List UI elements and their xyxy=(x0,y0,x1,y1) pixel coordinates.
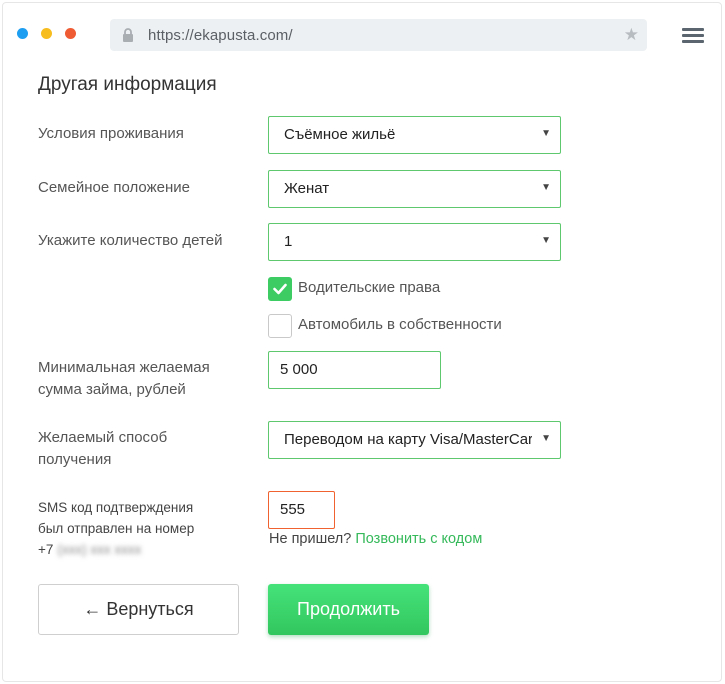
dropdown-arrow-icon: ▼ xyxy=(541,433,551,444)
car-checkbox[interactable] xyxy=(268,314,292,338)
car-label: Автомобиль в собственности xyxy=(298,316,502,333)
method-value: Переводом на карту Visa/MasterCard xyxy=(284,431,532,448)
browser-window: https://ekapusta.com/ ★ xyxy=(2,2,722,682)
sms-label-line2: был отправлен на номер xyxy=(38,521,195,536)
housing-select[interactable]: Съёмное жильё ▼ xyxy=(268,116,561,154)
method-label-line1: Желаемый способ xyxy=(38,429,168,446)
bookmark-star-icon[interactable]: ★ xyxy=(624,25,639,45)
window-dot-yellow[interactable] xyxy=(41,28,52,39)
window-dot-red[interactable] xyxy=(65,28,76,39)
amount-label-line1: Минимальная желаемая xyxy=(38,359,210,376)
housing-value: Съёмное жильё xyxy=(284,126,396,143)
sms-code-input[interactable]: 555 xyxy=(268,491,335,529)
amount-label: Минимальная желаемая сумма займа, рублей xyxy=(38,357,238,401)
url-text: https://ekapusta.com/ xyxy=(148,27,293,44)
sms-code-value: 555 xyxy=(280,501,306,518)
method-select[interactable]: Переводом на карту Visa/MasterCard ▼ xyxy=(268,421,561,459)
menu-icon[interactable] xyxy=(682,28,704,44)
children-select[interactable]: 1 ▼ xyxy=(268,223,561,261)
children-label: Укажите количество детей xyxy=(38,232,223,249)
dropdown-arrow-icon: ▼ xyxy=(541,182,551,193)
amount-input[interactable]: 5 000 xyxy=(268,351,441,389)
sms-phone: +7 (xxx) xxx xxxx xyxy=(38,539,238,560)
marital-select[interactable]: Женат ▼ xyxy=(268,170,561,208)
phone-prefix: +7 xyxy=(38,542,54,557)
amount-value: 5 000 xyxy=(280,361,318,378)
amount-label-line2: сумма займа, рублей xyxy=(38,381,186,398)
call-with-code-link[interactable]: Позвонить с кодом xyxy=(355,531,482,547)
housing-label: Условия проживания xyxy=(38,125,184,142)
back-button[interactable]: ← Вернуться xyxy=(38,584,239,635)
window-dot-blue[interactable] xyxy=(17,28,28,39)
not-received-text: Не пришел? xyxy=(269,531,352,547)
marital-value: Женат xyxy=(284,180,330,197)
method-label-line2: получения xyxy=(38,451,112,468)
checkmark-icon xyxy=(273,283,287,295)
not-received-row: Не пришел? Позвонить с кодом xyxy=(269,531,482,547)
lock-icon xyxy=(120,27,136,43)
section-title: Другая информация xyxy=(38,74,217,95)
children-value: 1 xyxy=(284,233,293,250)
license-label: Водительские права xyxy=(298,279,441,296)
marital-label: Семейное положение xyxy=(38,179,190,196)
continue-button[interactable]: Продолжить xyxy=(268,584,429,635)
dropdown-arrow-icon: ▼ xyxy=(541,128,551,139)
sms-label-line1: SMS код подтверждения xyxy=(38,500,194,515)
sms-label: SMS код подтверждения был отправлен на н… xyxy=(38,497,238,560)
method-label: Желаемый способ получения xyxy=(38,427,238,471)
address-bar[interactable]: https://ekapusta.com/ ★ xyxy=(110,19,647,51)
license-checkbox[interactable] xyxy=(268,277,292,301)
dropdown-arrow-icon: ▼ xyxy=(541,235,551,246)
phone-masked: (xxx) xxx xxxx xyxy=(57,542,142,557)
